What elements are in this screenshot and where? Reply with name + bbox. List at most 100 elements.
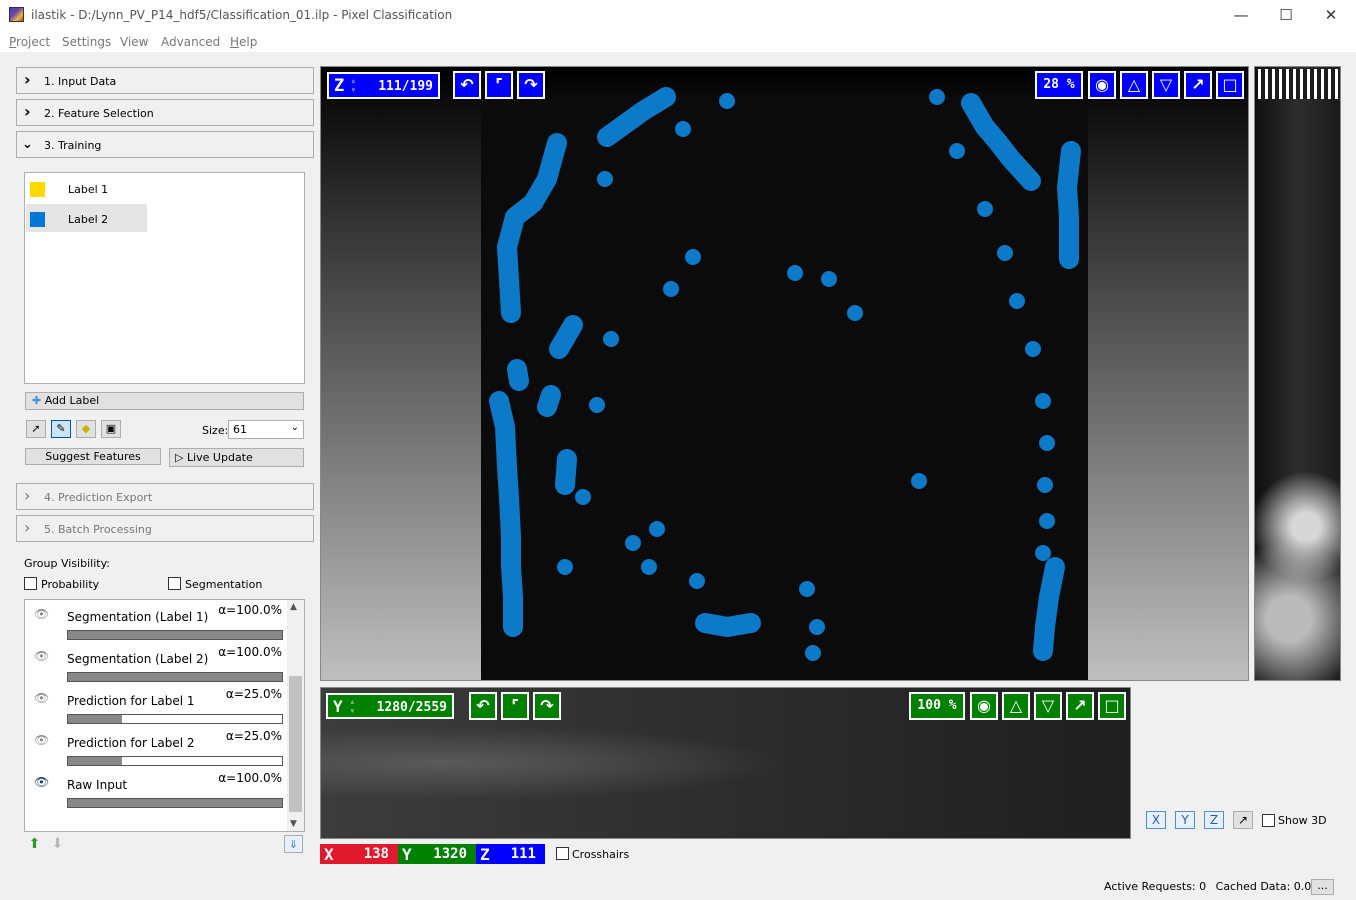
z-slice-indicator[interactable]: Z ▵ ▿ 111/199 — [327, 72, 440, 99]
suggest-features-button[interactable]: Suggest Features — [25, 448, 161, 465]
plus-icon: ✚ — [32, 394, 42, 407]
active-requests: Active Requests: 0 — [1104, 880, 1207, 893]
y-slice-indicator[interactable]: Y ▵ ▿ 1280/2559 — [326, 693, 454, 719]
probability-checkbox[interactable] — [24, 577, 37, 590]
viewer-z-slice[interactable]: Z ▵ ▿ 111/199 ↶ ⌜ ↷ 28 % ◉ △ ▽ ↗ □ — [320, 66, 1249, 681]
label-item-1[interactable]: Label 1 — [26, 174, 147, 202]
title-bar: ilastik - D:/Lynn_PV_P14_hdf5/Classifica… — [0, 0, 1356, 31]
memory-details-button[interactable]: ... — [1311, 879, 1334, 895]
rotate-right-button[interactable]: ↷ — [533, 692, 561, 720]
brush-size-label: Size: — [202, 424, 229, 437]
eraser-tool-button[interactable]: ◆ — [76, 420, 96, 438]
brush-tool-button[interactable]: ✎ — [51, 420, 71, 438]
toggle-x-view-button[interactable]: X — [1146, 811, 1166, 829]
menu-help[interactable]: Help — [230, 35, 257, 49]
rotate-right-button[interactable]: ↷ — [517, 71, 545, 99]
chevron-down-icon: ⌄ — [290, 422, 299, 433]
opacity-bar[interactable] — [67, 630, 283, 640]
toggle-z-view-button[interactable]: Z — [1204, 811, 1224, 829]
label-color-swatch[interactable] — [30, 182, 45, 197]
screenshot-button[interactable]: ◉ — [970, 692, 998, 720]
rotate-left-button[interactable]: ↶ — [453, 71, 481, 99]
slice-down-button[interactable]: ▽ — [1152, 71, 1180, 99]
cursor-icon: ➚ — [31, 422, 41, 435]
triangle-down-icon: ▽ — [1041, 696, 1055, 715]
menu-view[interactable]: View — [120, 35, 148, 49]
menu-settings[interactable]: Settings — [62, 35, 111, 49]
segmentation-checkbox[interactable] — [168, 577, 181, 590]
applet-feature-selection[interactable]: › 2. Feature Selection — [16, 99, 314, 126]
threshold-tool-button[interactable]: ▣ — [101, 420, 121, 438]
fit-view-button[interactable]: □ — [1098, 692, 1126, 720]
eye-icon[interactable]: 👁 — [34, 775, 49, 789]
eye-icon[interactable]: 👁 — [34, 649, 49, 663]
slice-up-button[interactable]: △ — [1002, 692, 1030, 720]
swap-axes-button[interactable]: ⌜ — [501, 692, 529, 720]
scroll-down-icon[interactable]: ▼ — [290, 819, 297, 829]
close-button[interactable]: ✕ — [1321, 5, 1341, 25]
layer-item[interactable]: 👁 Prediction for Label 1 α=25.0% — [26, 684, 288, 726]
scroll-up-icon[interactable]: ▲ — [290, 602, 297, 612]
spin-arrows-icon[interactable]: ▵ ▿ — [351, 76, 356, 94]
fit-view-button[interactable]: □ — [1216, 71, 1244, 99]
arrow-pointer-tool-button[interactable]: ➚ — [26, 420, 46, 438]
applet-training[interactable]: ⌄ 3. Training — [16, 131, 314, 158]
arrow-down-icon: ⬇ — [51, 836, 64, 852]
viewer-y-slice[interactable]: Y ▵ ▿ 1280/2559 ↶ ⌜ ↷ 100 % ◉ △ ▽ ↗ □ — [320, 687, 1131, 839]
maximize-views-button[interactable]: ↗ — [1233, 811, 1253, 829]
applet-batch-processing[interactable]: › 5. Batch Processing — [16, 515, 314, 542]
applet-input-data[interactable]: › 1. Input Data — [16, 67, 314, 94]
x-viewer-toolbar-strip[interactable] — [1258, 69, 1338, 99]
rotate-left-button[interactable]: ↶ — [469, 692, 497, 720]
layer-options-button[interactable]: ⇓ — [284, 835, 303, 853]
screenshot-button[interactable]: ◉ — [1088, 71, 1116, 99]
slice-up-button[interactable]: △ — [1120, 71, 1148, 99]
add-label-button[interactable]: ✚ Add Label — [25, 392, 304, 410]
spin-arrows-icon[interactable]: ▵ ▿ — [350, 697, 355, 715]
zoom-level-z[interactable]: 28 % — [1035, 71, 1083, 99]
opacity-bar[interactable] — [67, 672, 283, 682]
menu-advanced[interactable]: Advanced — [161, 35, 220, 49]
layer-item[interactable]: 👁 Raw Input α=100.0% — [26, 768, 288, 810]
scrollbar-thumb[interactable] — [289, 676, 302, 812]
camera-icon: ◉ — [977, 696, 991, 715]
layer-item[interactable]: 👁 Segmentation (Label 2) α=100.0% — [26, 642, 288, 684]
crosshairs-checkbox[interactable] — [556, 847, 569, 860]
triangle-up-icon: △ — [1127, 75, 1141, 94]
zoom-level-y[interactable]: 100 % — [909, 692, 965, 720]
applet-label: 5. Batch Processing — [44, 523, 152, 536]
viewer-x-slice[interactable] — [1254, 66, 1341, 681]
label-item-2[interactable]: Label 2 — [26, 204, 147, 232]
maximize-button[interactable]: ☐ — [1276, 5, 1296, 25]
show-3d-checkbox[interactable] — [1262, 814, 1275, 827]
opacity-bar[interactable] — [67, 798, 283, 808]
opacity-bar[interactable] — [67, 756, 283, 766]
show-3d-label: Show 3D — [1278, 814, 1327, 827]
minimize-button[interactable]: — — [1231, 5, 1251, 25]
eye-icon[interactable]: 👁 — [34, 733, 49, 747]
applet-label: 3. Training — [44, 139, 102, 152]
move-layer-down-button[interactable]: ⬇ — [48, 835, 67, 853]
slice-down-button[interactable]: ▽ — [1034, 692, 1062, 720]
maximize-view-button[interactable]: ↗ — [1184, 71, 1212, 99]
layer-item[interactable]: 👁 Prediction for Label 2 α=25.0% — [26, 726, 288, 768]
layer-alpha: α=100.0% — [218, 771, 282, 785]
layer-item[interactable]: 👁 Segmentation (Label 1) α=100.0% — [26, 600, 288, 642]
opacity-bar[interactable] — [67, 714, 283, 724]
square-icon: □ — [1104, 696, 1120, 715]
label-color-swatch[interactable] — [30, 212, 45, 227]
move-layer-up-button[interactable]: ⬆ — [25, 835, 44, 853]
layer-list-scrollbar[interactable]: ▲ ▼ — [287, 600, 304, 831]
brush-size-select[interactable]: 61 ⌄ — [228, 420, 304, 439]
crosshairs-label: Crosshairs — [572, 848, 630, 861]
toggle-y-view-button[interactable]: Y — [1175, 811, 1195, 829]
eye-icon[interactable]: 👁 — [34, 691, 49, 705]
maximize-view-button[interactable]: ↗ — [1066, 692, 1094, 720]
live-update-button[interactable]: ▷ Live Update — [169, 448, 304, 467]
swap-axes-button[interactable]: ⌜ — [485, 71, 513, 99]
eye-icon[interactable]: 👁 — [34, 607, 49, 621]
applet-prediction-export[interactable]: › 4. Prediction Export — [16, 483, 314, 510]
layer-alpha: α=100.0% — [218, 603, 282, 617]
menu-project[interactable]: Project — [9, 35, 50, 49]
arrow-diagonal-icon: ↗ — [1191, 75, 1205, 94]
